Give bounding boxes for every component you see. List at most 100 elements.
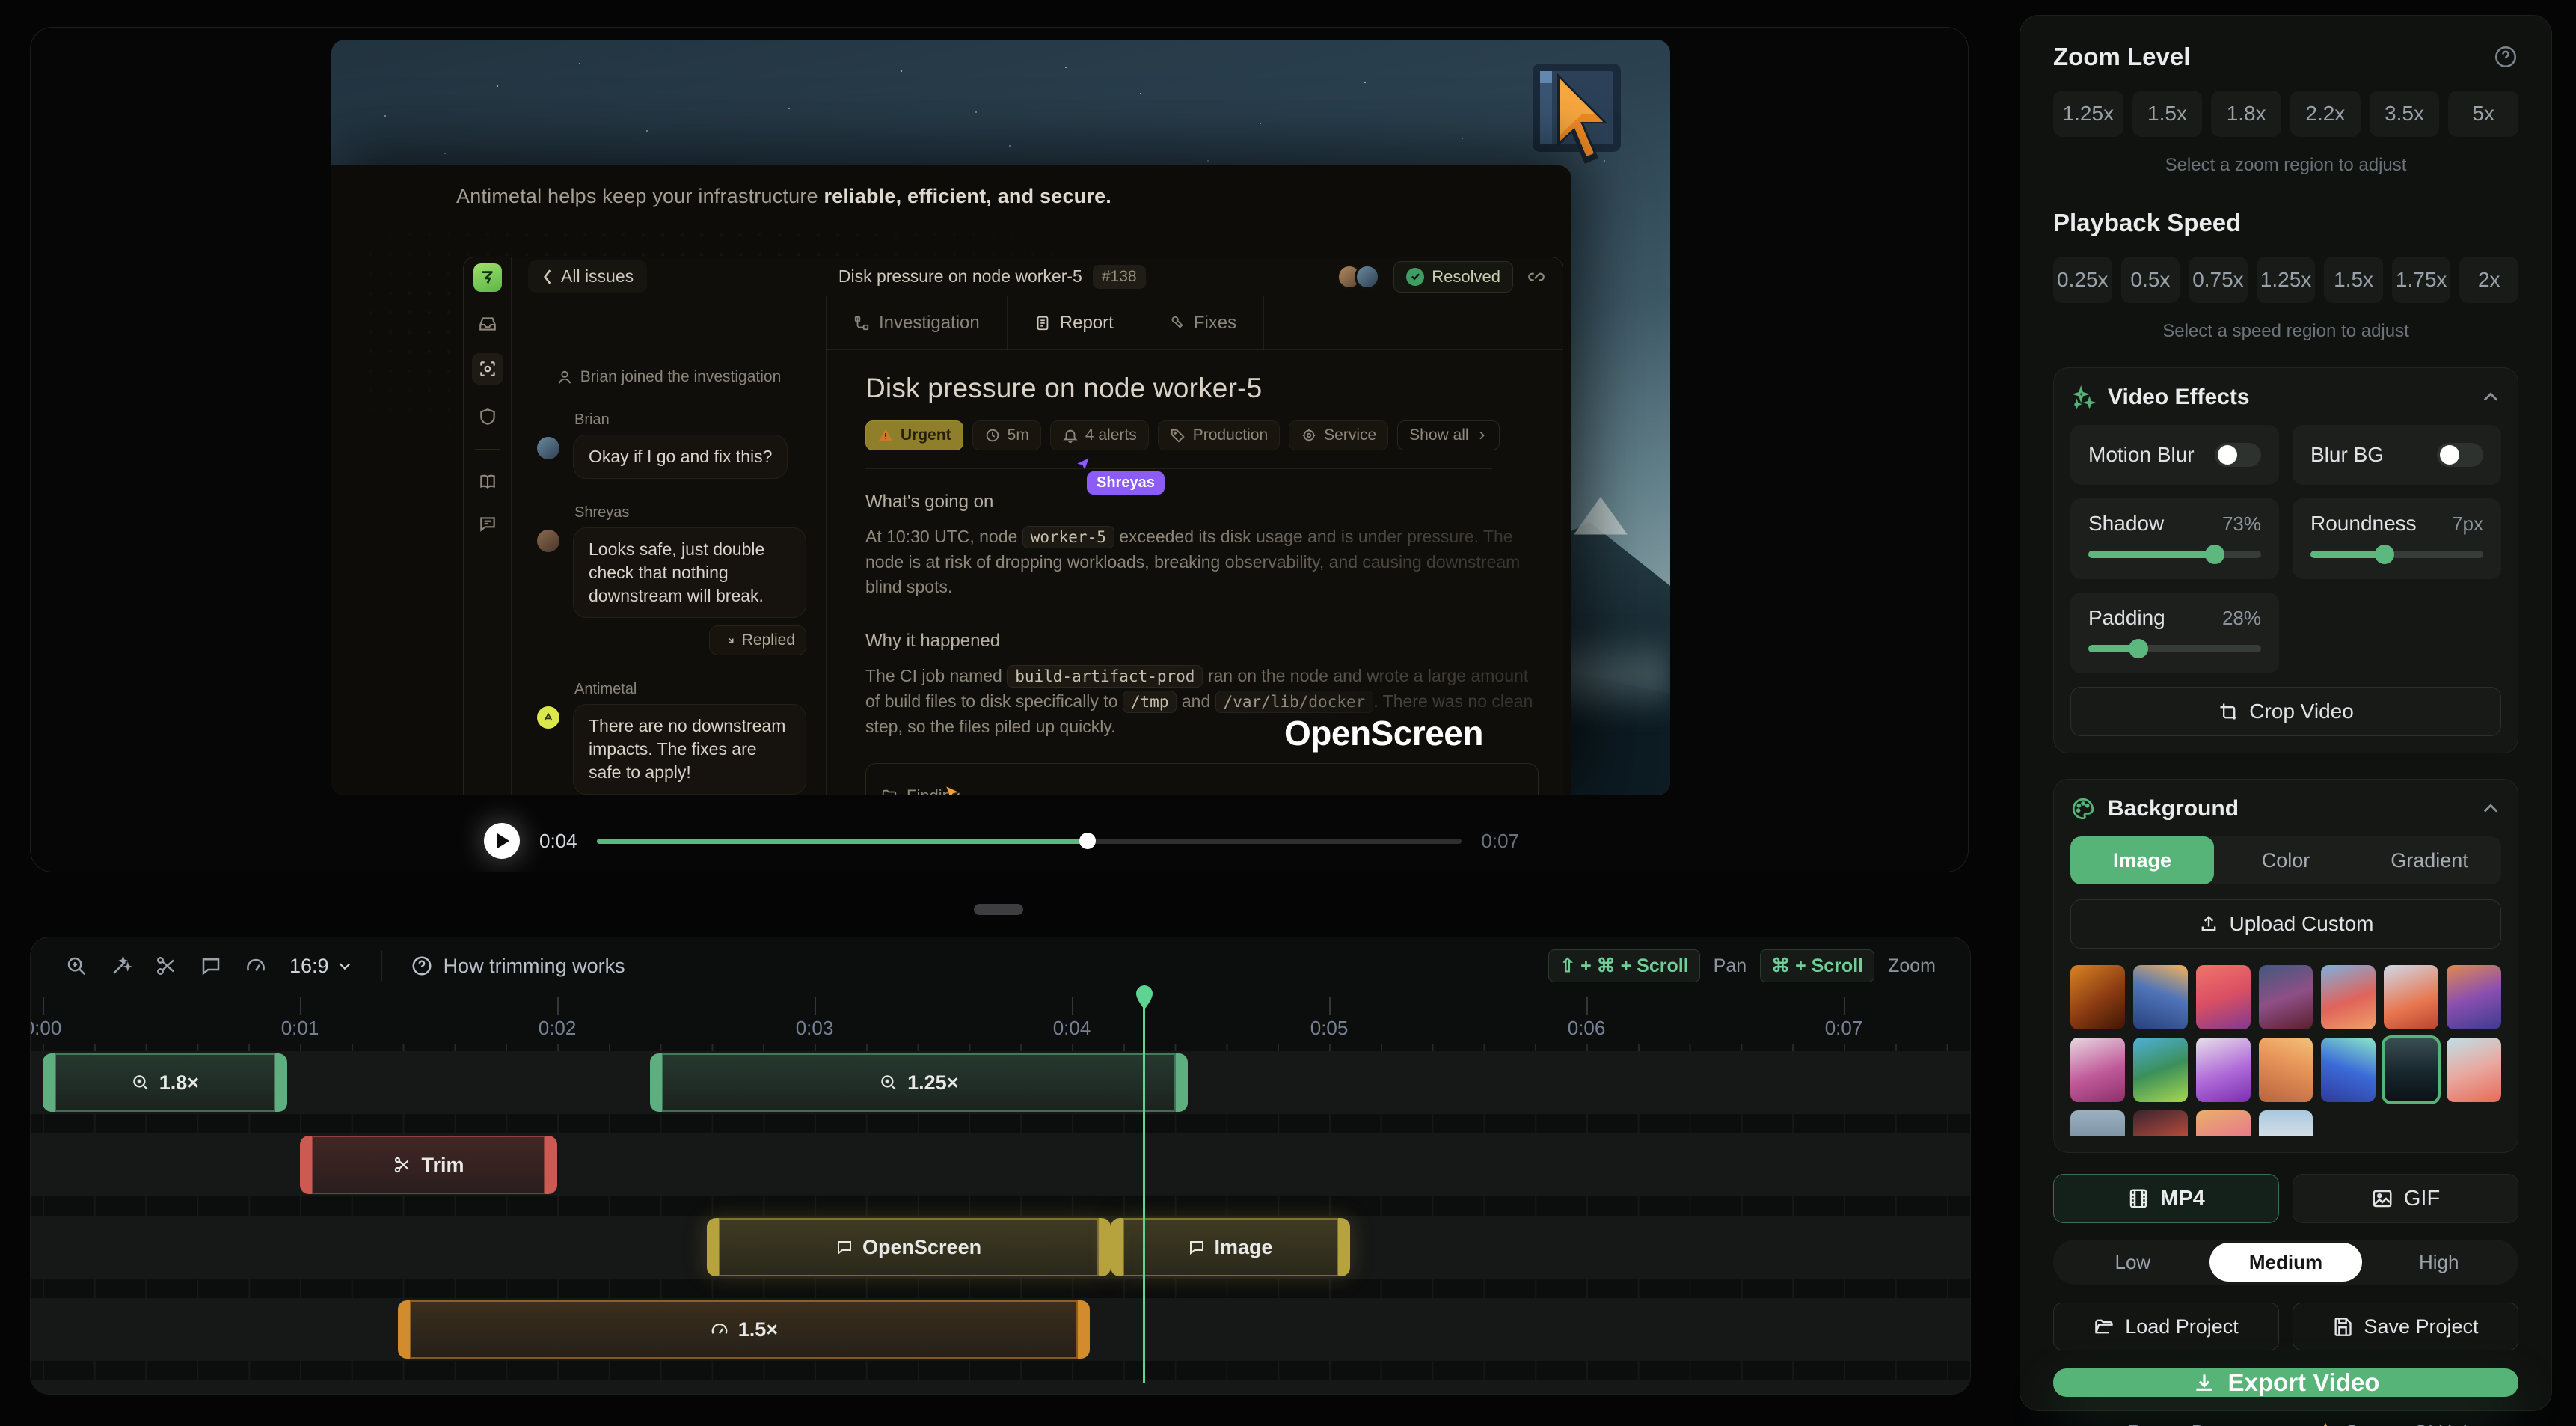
- clip-handle-right[interactable]: [1099, 1218, 1111, 1276]
- crop-video-button[interactable]: Crop Video: [2070, 687, 2501, 736]
- format-gif-button[interactable]: GIF: [2293, 1174, 2518, 1223]
- background-swatch[interactable]: [2133, 1110, 2188, 1136]
- background-swatch[interactable]: [2384, 965, 2438, 1029]
- how-trimming-works-link[interactable]: How trimming works: [411, 955, 625, 978]
- scan-icon[interactable]: [472, 353, 503, 385]
- issue-badge[interactable]: Production: [1158, 420, 1280, 450]
- background-swatch[interactable]: [2196, 965, 2251, 1029]
- report-bug-link[interactable]: Report Bug: [2098, 1421, 2227, 1426]
- speed-option-button[interactable]: 2x: [2459, 257, 2518, 303]
- speed-option-button[interactable]: 1.5x: [2324, 257, 2383, 303]
- clip-handle-right[interactable]: [1176, 1053, 1188, 1112]
- magnifier-plus-icon[interactable]: [65, 955, 88, 977]
- background-swatch[interactable]: [2133, 965, 2188, 1029]
- save-project-button[interactable]: Save Project: [2293, 1303, 2518, 1350]
- chevron-up-icon[interactable]: [2480, 798, 2501, 819]
- background-tab-gradient[interactable]: Gradient: [2358, 836, 2501, 884]
- help-icon[interactable]: [2493, 44, 2518, 70]
- panel-resize-handle[interactable]: [974, 904, 1023, 915]
- shadow-slider[interactable]: [2088, 551, 2261, 558]
- speed-option-button[interactable]: 0.25x: [2053, 257, 2112, 303]
- wand-icon[interactable]: [110, 955, 132, 977]
- quality-low[interactable]: Low: [2056, 1243, 2209, 1282]
- zoom-option-button[interactable]: 1.25x: [2053, 91, 2123, 137]
- timeline-lane-trim[interactable]: Trim: [31, 1133, 1970, 1196]
- book-icon[interactable]: [478, 472, 497, 492]
- quality-medium[interactable]: Medium: [2209, 1243, 2363, 1282]
- clip-handle-left[interactable]: [650, 1053, 662, 1112]
- comment-icon[interactable]: [478, 514, 497, 533]
- timeline-lane-speed[interactable]: 1.5×: [31, 1298, 1970, 1361]
- issue-badge[interactable]: 4 alerts: [1050, 420, 1149, 450]
- zoom-option-button[interactable]: 1.8x: [2211, 91, 2281, 137]
- clip-handle-left[interactable]: [398, 1300, 410, 1359]
- status-badge[interactable]: Resolved: [1393, 261, 1513, 293]
- scissors-icon[interactable]: [155, 955, 177, 977]
- tab-report[interactable]: Report: [1008, 296, 1141, 349]
- timeline-playhead[interactable]: [1143, 1006, 1145, 1383]
- timeline-lane-text[interactable]: OpenScreenImage: [31, 1216, 1970, 1279]
- clip-speed[interactable]: 1.5×: [398, 1300, 1090, 1359]
- issue-badge[interactable]: Urgent: [865, 420, 963, 450]
- comment-icon[interactable]: [200, 955, 222, 977]
- format-mp4-button[interactable]: MP4: [2053, 1174, 2279, 1223]
- background-swatch[interactable]: [2259, 1110, 2313, 1136]
- all-issues-button[interactable]: All issues: [528, 260, 647, 293]
- background-tab-image[interactable]: Image: [2070, 836, 2214, 884]
- upload-custom-button[interactable]: Upload Custom: [2070, 899, 2501, 949]
- clip-text[interactable]: Image: [1111, 1218, 1350, 1276]
- zoom-option-button[interactable]: 3.5x: [2370, 91, 2440, 137]
- tab-investigation[interactable]: Investigation: [827, 296, 1008, 349]
- speed-option-button[interactable]: 0.75x: [2189, 257, 2248, 303]
- seek-knob[interactable]: [1079, 833, 1096, 849]
- gauge-icon[interactable]: [245, 955, 267, 977]
- timeline-lane-zoom[interactable]: 1.8×1.25×: [31, 1051, 1970, 1114]
- tab-fixes[interactable]: Fixes: [1141, 296, 1264, 349]
- clip-handle-right[interactable]: [1078, 1300, 1090, 1359]
- speed-option-button[interactable]: 1.25x: [2257, 257, 2316, 303]
- quality-high[interactable]: High: [2362, 1243, 2515, 1282]
- clip-handle-left[interactable]: [43, 1053, 55, 1112]
- clip-handle-left[interactable]: [707, 1218, 719, 1276]
- blur-bg-toggle[interactable]: [2437, 443, 2483, 467]
- speed-option-button[interactable]: 1.75x: [2392, 257, 2451, 303]
- load-project-button[interactable]: Load Project: [2053, 1303, 2279, 1350]
- link-icon[interactable]: [1527, 267, 1546, 287]
- inbox-icon[interactable]: [478, 314, 497, 334]
- padding-slider[interactable]: [2088, 645, 2261, 652]
- clip-handle-right[interactable]: [275, 1053, 287, 1112]
- background-swatch[interactable]: [2384, 1038, 2438, 1102]
- zoom-option-button[interactable]: 1.5x: [2132, 91, 2203, 137]
- background-tab-color[interactable]: Color: [2214, 836, 2358, 884]
- clip-zoom[interactable]: 1.25×: [650, 1053, 1188, 1112]
- shield-icon[interactable]: [478, 407, 497, 426]
- background-swatch[interactable]: [2070, 965, 2125, 1029]
- background-swatch[interactable]: [2196, 1110, 2251, 1136]
- play-button[interactable]: [484, 823, 520, 859]
- timeline-ruler[interactable]: 0:000:010:020:030:040:050:060:07: [31, 994, 1970, 1051]
- star-github-link[interactable]: Star on GitHub: [2315, 1421, 2474, 1426]
- roundness-slider[interactable]: [2310, 551, 2483, 558]
- clip-text[interactable]: OpenScreen: [707, 1218, 1111, 1276]
- chevron-up-icon[interactable]: [2480, 387, 2501, 408]
- background-swatch[interactable]: [2259, 965, 2313, 1029]
- clip-trim[interactable]: Trim: [300, 1136, 557, 1194]
- replied-chip[interactable]: Replied: [709, 625, 806, 655]
- export-video-button[interactable]: Export Video: [2053, 1368, 2518, 1397]
- background-swatch[interactable]: [2321, 965, 2376, 1029]
- clip-handle-left[interactable]: [1111, 1218, 1123, 1276]
- background-swatch[interactable]: [2321, 1038, 2376, 1102]
- issue-badge[interactable]: Service: [1289, 420, 1388, 450]
- aspect-ratio-select[interactable]: 16:9: [289, 955, 353, 978]
- issue-badge[interactable]: 5m: [972, 420, 1041, 450]
- background-swatch[interactable]: [2133, 1038, 2188, 1102]
- show-all-badge[interactable]: Show all: [1397, 420, 1499, 450]
- background-swatch[interactable]: [2447, 1038, 2501, 1102]
- zoom-option-button[interactable]: 2.2x: [2290, 91, 2361, 137]
- clip-handle-right[interactable]: [1338, 1218, 1350, 1276]
- seek-bar[interactable]: [597, 839, 1462, 844]
- zoom-option-button[interactable]: 5x: [2448, 91, 2518, 137]
- background-swatch[interactable]: [2447, 965, 2501, 1029]
- background-swatch[interactable]: [2070, 1110, 2125, 1136]
- motion-blur-toggle[interactable]: [2215, 443, 2261, 467]
